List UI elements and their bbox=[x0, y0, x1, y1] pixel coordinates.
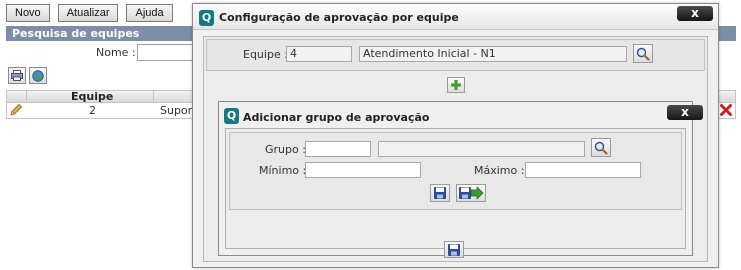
column-header-equipe[interactable]: Equipe bbox=[71, 91, 113, 103]
app-logo-icon: Q bbox=[199, 10, 214, 26]
search-magnifier-icon bbox=[594, 141, 608, 155]
print-button[interactable] bbox=[8, 67, 26, 84]
globe-button[interactable] bbox=[29, 67, 47, 84]
dialog-title: Configuração de aprovação por equipe bbox=[219, 11, 459, 24]
sub-dialog-body: Grupo : Mínimo : Máximo : bbox=[225, 128, 686, 249]
dialog-close-button[interactable]: x bbox=[677, 6, 713, 21]
name-label: Nome : bbox=[96, 46, 136, 59]
group-name-field bbox=[378, 141, 585, 157]
add-group-button[interactable] bbox=[447, 77, 465, 93]
team-label: Equipe : bbox=[243, 48, 288, 61]
team-name-cell: Supor bbox=[160, 104, 193, 117]
delete-row-button[interactable] bbox=[719, 103, 733, 121]
new-button[interactable]: Novo bbox=[6, 4, 50, 22]
approval-config-dialog: Q Configuração de aprovação por equipe x… bbox=[192, 3, 719, 268]
save-config-button[interactable] bbox=[444, 241, 464, 258]
maximum-input[interactable] bbox=[525, 162, 641, 178]
dialog-body: Equipe : 4 Atendimento Inicial - N1 Q Ad… bbox=[203, 36, 708, 262]
dialog-titlebar[interactable]: Q Configuração de aprovação por equipe x bbox=[193, 4, 718, 30]
name-search-input[interactable] bbox=[137, 44, 197, 61]
save-and-continue-button[interactable] bbox=[456, 184, 486, 202]
edit-row-button[interactable] bbox=[9, 103, 23, 121]
group-id-input[interactable] bbox=[305, 141, 371, 157]
minimum-input[interactable] bbox=[305, 162, 421, 178]
help-button[interactable]: Ajuda bbox=[126, 4, 173, 22]
add-approval-group-dialog: Q Adicionar grupo de aprovação x Grupo :… bbox=[218, 101, 703, 256]
group-fieldset: Grupo : Mínimo : Máximo : bbox=[229, 132, 682, 210]
edit-pencil-icon bbox=[10, 103, 23, 116]
globe-icon bbox=[32, 69, 44, 82]
save-disk-icon bbox=[448, 243, 460, 256]
team-id-cell: 2 bbox=[89, 104, 96, 117]
team-search-button[interactable] bbox=[633, 44, 653, 63]
group-search-button[interactable] bbox=[591, 138, 611, 157]
print-icon bbox=[11, 70, 23, 81]
save-disk-icon bbox=[434, 187, 446, 199]
save-group-button[interactable] bbox=[430, 184, 450, 202]
add-plus-icon bbox=[451, 80, 461, 90]
refresh-button[interactable]: Atualizar bbox=[57, 4, 119, 22]
main-toolbar: Novo Atualizar Ajuda bbox=[6, 4, 173, 22]
team-fieldset: Equipe : 4 Atendimento Inicial - N1 bbox=[206, 39, 705, 71]
team-id-field: 4 bbox=[286, 46, 352, 62]
save-and-next-icon bbox=[459, 186, 484, 200]
sub-dialog-title: Adicionar grupo de aprovação bbox=[243, 111, 430, 124]
team-name-field: Atendimento Inicial - N1 bbox=[359, 46, 627, 62]
sub-dialog-close-button[interactable]: x bbox=[667, 105, 703, 120]
maximum-label: Máximo : bbox=[474, 164, 525, 177]
app-logo-icon: Q bbox=[224, 108, 239, 124]
search-magnifier-icon bbox=[636, 47, 650, 61]
minimum-label: Mínimo : bbox=[259, 164, 307, 177]
delete-icon bbox=[720, 104, 732, 116]
group-label: Grupo : bbox=[265, 143, 306, 156]
